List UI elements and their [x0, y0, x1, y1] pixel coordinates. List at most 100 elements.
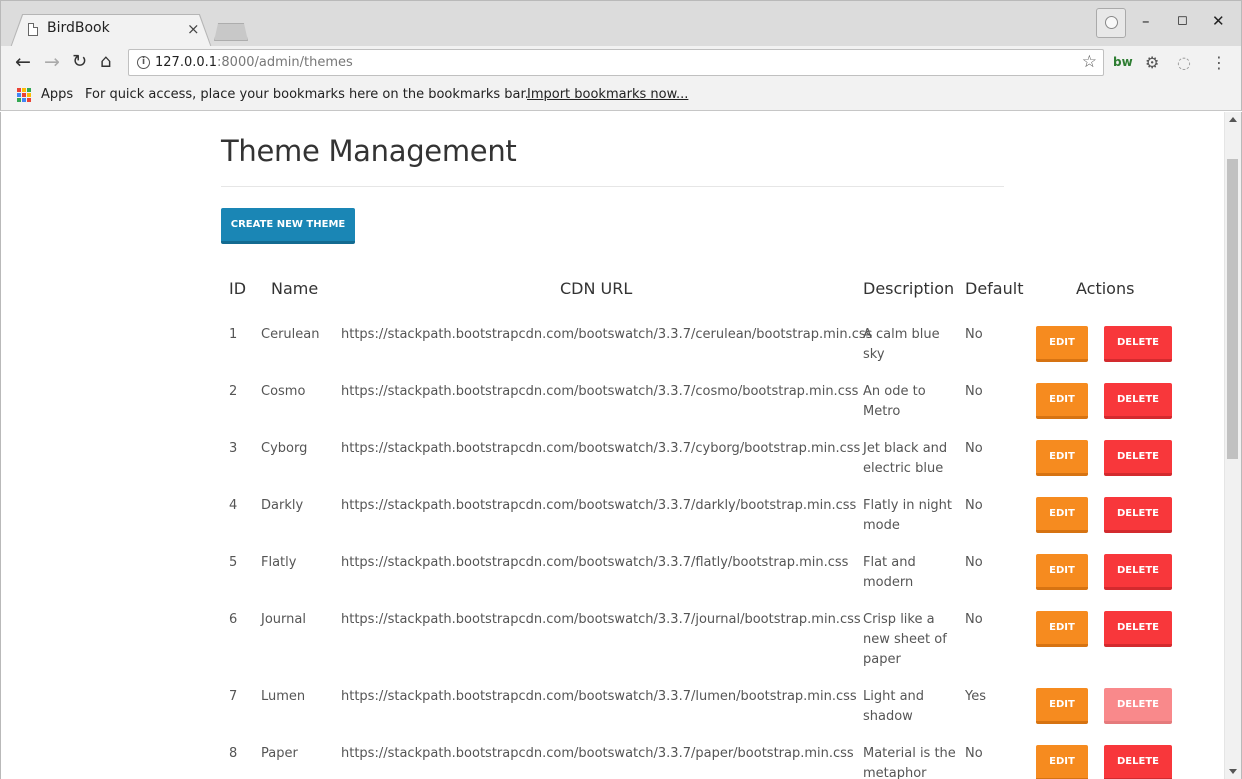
cell-description: Crisp like a new sheet of paper [863, 612, 947, 667]
page-viewport: Theme Management CREATE NEW THEME ID Nam… [0, 112, 1242, 779]
cell-cdn-url: https://stackpath.bootstrapcdn.com/boots… [341, 746, 854, 761]
cell-name: Flatly [261, 555, 297, 570]
delete-button[interactable]: DELETE [1104, 497, 1172, 533]
cell-default: No [965, 441, 983, 456]
bookmarks-bar: Apps For quick access, place your bookma… [0, 80, 1242, 111]
edit-button[interactable]: EDIT [1036, 688, 1088, 724]
cell-name: Journal [261, 612, 306, 627]
info-icon[interactable]: i [137, 56, 150, 69]
edit-button[interactable]: EDIT [1036, 326, 1088, 362]
cell-id: 5 [229, 555, 238, 570]
cell-description: Jet black and electric blue [863, 441, 948, 476]
browser-toolbar: ← → ↻ ⌂ i 127.0.0.1:8000/admin/themes ☆ … [0, 46, 1242, 80]
forward-icon[interactable]: → [44, 51, 60, 73]
extension-gear-icon[interactable]: ⚙ [1145, 53, 1159, 72]
cell-name: Cosmo [261, 384, 306, 399]
page-icon [28, 23, 38, 36]
maximize-icon[interactable]: ◻ [1177, 13, 1188, 28]
extension-circle-icon[interactable]: ◌ [1177, 53, 1191, 72]
cell-default: No [965, 327, 983, 342]
create-theme-button[interactable]: CREATE NEW THEME [221, 208, 355, 244]
page-title: Theme Management [221, 134, 517, 168]
cell-default: No [965, 555, 983, 570]
extension-bw-icon[interactable]: bw [1113, 55, 1133, 69]
cell-id: 8 [229, 746, 238, 761]
import-bookmarks-link[interactable]: Import bookmarks now... [527, 87, 688, 102]
cell-id: 3 [229, 441, 238, 456]
new-tab-button[interactable] [214, 23, 248, 41]
address-bar[interactable]: i 127.0.0.1:8000/admin/themes ☆ [128, 49, 1104, 76]
cell-description: Flatly in night mode [863, 498, 953, 533]
cell-cdn-url: https://stackpath.bootstrapcdn.com/boots… [341, 441, 861, 456]
edit-button[interactable]: EDIT [1036, 745, 1088, 779]
edit-button[interactable]: EDIT [1036, 611, 1088, 647]
delete-button[interactable]: DELETE [1104, 554, 1172, 590]
delete-button[interactable]: DELETE [1104, 326, 1172, 362]
tab-title[interactable]: BirdBook [47, 20, 110, 36]
column-header-name: Name [271, 279, 319, 298]
cell-cdn-url: https://stackpath.bootstrapcdn.com/boots… [341, 498, 857, 513]
cell-id: 6 [229, 612, 238, 627]
apps-grid-icon[interactable] [17, 88, 31, 102]
cell-default: Yes [965, 689, 986, 704]
cell-name: Paper [261, 746, 298, 761]
close-window-icon[interactable]: ✕ [1212, 12, 1225, 30]
cell-description: A calm blue sky [863, 327, 940, 362]
browser-tab[interactable] [11, 15, 211, 48]
apps-link[interactable]: Apps [41, 87, 73, 102]
edit-button[interactable]: EDIT [1036, 497, 1088, 533]
column-header-id: ID [229, 279, 247, 298]
scroll-up-icon[interactable] [1229, 117, 1237, 122]
reload-icon[interactable]: ↻ [72, 51, 87, 73]
cell-default: No [965, 498, 983, 513]
tab-close-icon[interactable]: × [187, 20, 200, 38]
cell-id: 4 [229, 498, 238, 513]
cell-name: Cyborg [261, 441, 308, 456]
url-host: 127.0.0.1 [155, 55, 218, 70]
edit-button[interactable]: EDIT [1036, 554, 1088, 590]
edit-button[interactable]: EDIT [1036, 383, 1088, 419]
cell-cdn-url: https://stackpath.bootstrapcdn.com/boots… [341, 689, 857, 704]
cell-default: No [965, 746, 983, 761]
back-icon[interactable]: ← [15, 51, 31, 73]
cell-name: Lumen [261, 689, 306, 704]
home-icon[interactable]: ⌂ [100, 51, 111, 73]
cell-name: Cerulean [261, 327, 320, 342]
cell-description: An ode to Metro [863, 384, 926, 419]
delete-button[interactable]: DELETE [1104, 745, 1172, 779]
delete-button[interactable]: DELETE [1104, 688, 1172, 724]
bookmarks-hint: For quick access, place your bookmarks h… [85, 87, 529, 102]
cell-description: Light and shadow [863, 689, 925, 724]
column-header-actions: Actions [1076, 279, 1135, 298]
delete-button[interactable]: DELETE [1104, 383, 1172, 419]
scroll-thumb[interactable] [1227, 159, 1238, 459]
url-text[interactable]: 127.0.0.1:8000/admin/themes [155, 55, 353, 70]
column-header-description: Description [863, 279, 955, 298]
minimize-icon[interactable]: – [1142, 12, 1150, 30]
column-header-default: Default [965, 279, 1024, 298]
url-path: :8000/admin/themes [217, 55, 353, 70]
menu-icon[interactable]: ⋮ [1211, 53, 1227, 72]
column-header-cdn: CDN URL [560, 279, 633, 298]
cell-description: Flat and modern [863, 555, 916, 590]
edit-button[interactable]: EDIT [1036, 440, 1088, 476]
delete-button[interactable]: DELETE [1104, 440, 1172, 476]
bookmark-star-icon[interactable]: ☆ [1082, 52, 1097, 72]
cell-id: 1 [229, 327, 238, 342]
title-divider [221, 186, 1004, 187]
cell-cdn-url: https://stackpath.bootstrapcdn.com/boots… [341, 327, 873, 342]
scroll-down-icon[interactable] [1229, 769, 1237, 774]
cell-cdn-url: https://stackpath.bootstrapcdn.com/boots… [341, 384, 859, 399]
cell-id: 7 [229, 689, 238, 704]
user-icon [1105, 16, 1118, 29]
cell-cdn-url: https://stackpath.bootstrapcdn.com/boots… [341, 612, 861, 627]
cell-default: No [965, 612, 983, 627]
delete-button[interactable]: DELETE [1104, 611, 1172, 647]
window-titlebar: BirdBook × – ◻ ✕ [0, 0, 1242, 48]
cell-default: No [965, 384, 983, 399]
cell-description: Material is the metaphor [863, 746, 956, 779]
cell-name: Darkly [261, 498, 304, 513]
vertical-scrollbar[interactable] [1224, 112, 1241, 779]
cell-cdn-url: https://stackpath.bootstrapcdn.com/boots… [341, 555, 849, 570]
profile-button[interactable] [1096, 8, 1126, 38]
